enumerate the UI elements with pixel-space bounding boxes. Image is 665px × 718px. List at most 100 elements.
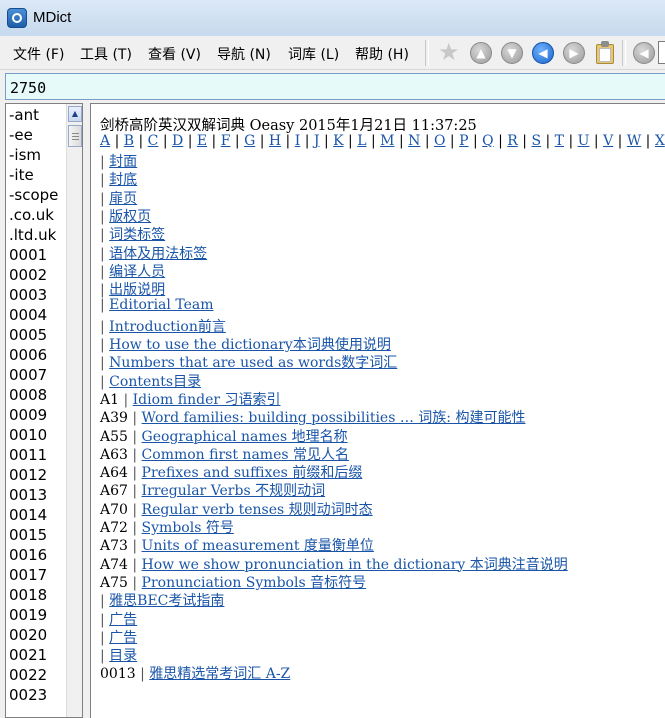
word-list-item[interactable]: 0005	[9, 326, 47, 344]
menu-library[interactable]: 词库 (L)	[288, 44, 339, 64]
word-list-item[interactable]: -ant	[9, 106, 39, 124]
menu-tools[interactable]: 工具 (T)	[80, 44, 132, 64]
word-list-item[interactable]: 0017	[9, 566, 47, 584]
clipboard-icon[interactable]	[596, 41, 614, 64]
entry-link[interactable]: 雅思BEC考试指南	[109, 593, 224, 609]
entry-link[interactable]: 扉页	[109, 191, 137, 207]
entry-link[interactable]: Units of measurement 度量衡单位	[142, 538, 374, 554]
word-list-item[interactable]: .co.uk	[9, 206, 54, 224]
entry-link[interactable]: 广告	[109, 612, 137, 628]
word-list-item[interactable]: 0014	[9, 506, 47, 524]
arrow-left-icon[interactable]: ◀	[532, 42, 554, 64]
alphabet-link-e[interactable]: E	[197, 133, 207, 149]
alphabet-link-v[interactable]: V	[603, 133, 613, 149]
alphabet-link-u[interactable]: U	[578, 133, 590, 149]
entry-link[interactable]: 雅思精选常考词汇 A-Z	[149, 666, 290, 682]
entry-link[interactable]: Editorial Team	[109, 297, 213, 313]
word-list-item[interactable]: 0013	[9, 486, 47, 504]
entry-link[interactable]: Prefixes and suffixes 前缀和后缀	[142, 465, 363, 481]
menu-navigate[interactable]: 导航 (N)	[217, 44, 271, 64]
alphabet-link-p[interactable]: P	[459, 133, 468, 149]
word-list-item[interactable]: 0010	[9, 426, 47, 444]
entry-link[interactable]: Contents目录	[109, 374, 201, 390]
word-list-item[interactable]: 0015	[9, 526, 47, 544]
entry-link[interactable]: Irregular Verbs 不规则动词	[142, 483, 326, 499]
alphabet-link-h[interactable]: H	[269, 133, 281, 149]
entry-link[interactable]: 语体及用法标签	[109, 246, 207, 262]
word-list-item[interactable]: 0022	[9, 666, 47, 684]
alphabet-link-t[interactable]: T	[555, 133, 564, 149]
alphabet-link-f[interactable]: F	[221, 133, 231, 149]
entry-link[interactable]: Introduction前言	[109, 319, 226, 335]
alphabet-link-g[interactable]: G	[244, 133, 255, 149]
entry-link[interactable]: 出版说明	[109, 282, 165, 298]
word-list-item[interactable]: 0023	[9, 686, 47, 704]
word-list-item[interactable]: -ee	[9, 126, 33, 144]
entry-link[interactable]: 目录	[109, 648, 137, 664]
word-list-item[interactable]: 0009	[9, 406, 47, 424]
word-list-item[interactable]: 0011	[9, 446, 47, 464]
alphabet-link-s[interactable]: S	[531, 133, 541, 149]
word-list-item[interactable]: 0007	[9, 366, 47, 384]
word-list-item[interactable]: 0019	[9, 606, 47, 624]
arrow-up-icon[interactable]: ▲	[470, 42, 492, 64]
entry-link[interactable]: 封面	[109, 154, 137, 170]
alphabet-link-n[interactable]: N	[408, 133, 420, 149]
menu-help[interactable]: 帮助 (H)	[355, 44, 409, 64]
entry-link[interactable]: Common first names 常见人名	[142, 447, 349, 463]
alphabet-link-d[interactable]: D	[172, 133, 183, 149]
entry-link[interactable]: Geographical names 地理名称	[142, 429, 348, 445]
word-list-item[interactable]: 0004	[9, 306, 47, 324]
alphabet-link-o[interactable]: O	[434, 133, 445, 149]
word-list-item[interactable]: .ltd.uk	[9, 226, 56, 244]
entry-link[interactable]: 词类标签	[109, 227, 165, 243]
search-input[interactable]	[5, 73, 665, 100]
menu-file[interactable]: 文件 (F)	[13, 44, 64, 64]
entry-link[interactable]: How to use the dictionary本词典使用说明	[109, 337, 391, 353]
entry-row: | 语体及用法标签	[100, 243, 207, 263]
entry-link[interactable]: 广告	[109, 630, 137, 646]
word-list-item[interactable]: 0016	[9, 546, 47, 564]
alphabet-link-m[interactable]: M	[380, 133, 394, 149]
entry-link[interactable]: 版权页	[109, 209, 151, 225]
alphabet-link-a[interactable]: A	[100, 133, 110, 149]
alphabet-link-b[interactable]: B	[124, 133, 134, 149]
star-icon[interactable]: ★	[438, 39, 460, 65]
menu-view[interactable]: 查看 (V)	[148, 44, 201, 64]
word-list-item[interactable]: 0001	[9, 246, 47, 264]
arrow-down-icon[interactable]: ▼	[501, 42, 523, 64]
word-list-item[interactable]: 0008	[9, 386, 47, 404]
alphabet-link-k[interactable]: K	[333, 133, 343, 149]
scroll-thumb[interactable]	[68, 125, 82, 147]
alphabet-link-c[interactable]: C	[148, 133, 159, 149]
word-list-item[interactable]: -ism	[9, 146, 41, 164]
word-list-scrollbar[interactable]: ▲	[66, 104, 83, 718]
word-list-item[interactable]: 0020	[9, 626, 47, 644]
alphabet-link-q[interactable]: Q	[482, 133, 493, 149]
toolbar-dropdown[interactable]	[658, 41, 665, 64]
word-list-item[interactable]: 0002	[9, 266, 47, 284]
entry-link[interactable]: How we show pronunciation in the diction…	[142, 557, 568, 573]
alphabet-link-r[interactable]: R	[507, 133, 518, 149]
word-list-item[interactable]: 0012	[9, 466, 47, 484]
entry-link[interactable]: Word families: building possibilities … …	[142, 410, 526, 426]
word-list-item[interactable]: 0006	[9, 346, 47, 364]
alphabet-link-l[interactable]: L	[357, 133, 366, 149]
word-list-item[interactable]: 0003	[9, 286, 47, 304]
arrow-right-icon[interactable]: ▶	[563, 42, 585, 64]
word-list-item[interactable]: -scope	[9, 186, 58, 204]
speaker-icon[interactable]: ◀	[633, 42, 655, 64]
word-list-item[interactable]: 0018	[9, 586, 47, 604]
entry-link[interactable]: 封底	[109, 172, 137, 188]
scroll-up-icon[interactable]: ▲	[68, 106, 82, 122]
word-list-item[interactable]: -ite	[9, 166, 34, 184]
entry-link[interactable]: Idiom finder 习语索引	[133, 392, 281, 408]
entry-link[interactable]: Pronunciation Symbols 音标符号	[142, 575, 367, 591]
entry-link[interactable]: Regular verb tenses 规则动词时态	[142, 502, 373, 518]
entry-link[interactable]: Symbols 符号	[142, 520, 234, 536]
entry-link[interactable]: 编译人员	[109, 264, 165, 280]
alphabet-link-x[interactable]: X	[655, 133, 665, 149]
alphabet-link-w[interactable]: W	[627, 133, 641, 149]
word-list-item[interactable]: 0021	[9, 646, 47, 664]
entry-link[interactable]: Numbers that are used as words数字词汇	[109, 355, 397, 371]
